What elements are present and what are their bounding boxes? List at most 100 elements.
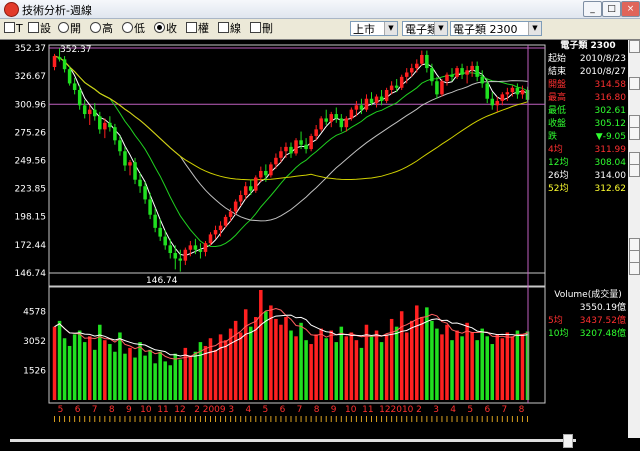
stock-select[interactable]: 電子類 2300 ▼ xyxy=(450,21,542,36)
volume-bar xyxy=(460,336,464,400)
panel-button[interactable] xyxy=(629,262,640,275)
scrollbar-thumb[interactable] xyxy=(563,434,573,448)
volume-bar xyxy=(389,318,394,400)
candle-body xyxy=(465,70,469,75)
x-tick-label: 5 xyxy=(467,405,473,415)
candle-body xyxy=(435,81,439,95)
x-tick-label: 11 xyxy=(362,405,373,415)
candle-body xyxy=(113,127,117,141)
candlestick-chart[interactable]: 352.37 326.67 300.96 275.26 249.56 223.85 198.… xyxy=(0,40,548,438)
toolbar-item-t[interactable]: T xyxy=(4,21,23,36)
volume-bar xyxy=(62,338,67,400)
panel-button[interactable] xyxy=(629,77,640,90)
stock-select-value: 電子類 2300 xyxy=(453,23,518,36)
category-select[interactable]: 電子類 ▼ xyxy=(402,21,448,36)
volume-bar xyxy=(384,334,389,400)
x-tick-label: 4 xyxy=(245,405,251,415)
volume-bar xyxy=(108,344,112,400)
candle-body xyxy=(188,245,193,250)
toolbar-radio-high[interactable]: 高 xyxy=(90,21,113,36)
volume-bar xyxy=(334,342,339,400)
x-tick-label: 9 xyxy=(331,405,337,415)
toolbar-item-delete[interactable]: 刪 xyxy=(250,21,273,36)
candle-body xyxy=(269,164,273,176)
candle-body xyxy=(93,109,97,117)
x-tick-label: 7 xyxy=(502,405,508,415)
volume-bar xyxy=(470,332,474,400)
panel-button[interactable] xyxy=(629,40,640,53)
volume-bar xyxy=(505,332,510,400)
volume-bar xyxy=(304,340,308,400)
volume-bar xyxy=(445,324,449,400)
market-select[interactable]: 上市 ▼ xyxy=(350,21,398,36)
volume-bar xyxy=(213,349,218,400)
toolbar-item-settings[interactable]: 設 xyxy=(28,21,51,36)
candle-body xyxy=(123,151,127,166)
volume-bar xyxy=(294,336,298,400)
panel-button[interactable] xyxy=(629,164,640,177)
candle-body xyxy=(510,87,515,93)
radio-icon xyxy=(122,22,133,33)
radio-icon xyxy=(90,22,101,33)
toolbar-radio-open[interactable]: 開 xyxy=(58,21,81,36)
candle-body xyxy=(289,146,293,154)
toolbar-radio-low[interactable]: 低 xyxy=(122,21,145,36)
info-value: ▼-9.05 xyxy=(595,132,626,142)
volume-bar xyxy=(264,311,268,400)
info-value: 3437.52億 xyxy=(579,316,626,326)
candle-body xyxy=(319,118,323,130)
window-title: 技術分析-週線 xyxy=(22,4,92,17)
time-scrollbar[interactable] xyxy=(0,431,628,451)
volume-bar xyxy=(379,342,384,400)
maximize-button[interactable]: □ xyxy=(602,1,621,17)
candle-body xyxy=(344,118,349,128)
candle-body xyxy=(243,186,248,196)
info-label: 4均 xyxy=(548,145,563,155)
candle-body xyxy=(369,98,374,104)
x-tick-label: 6 xyxy=(484,405,490,415)
volume-tick-label: 1526 xyxy=(23,367,46,377)
checkbox-icon xyxy=(186,22,197,33)
volume-bar xyxy=(148,349,152,400)
window-titlebar: 技術分析-週線 _ □ × xyxy=(0,0,640,19)
price-tick-label: 326.67 xyxy=(15,72,47,82)
candle-body xyxy=(450,74,454,77)
volume-bar xyxy=(274,318,278,400)
candle-body xyxy=(379,96,384,101)
x-tick-label: 8 xyxy=(109,405,115,415)
candle-body xyxy=(329,114,334,122)
info-label: 5均 xyxy=(548,316,563,326)
volume-bar xyxy=(98,324,102,400)
candle-body xyxy=(233,201,238,212)
toolbar-radio-close[interactable]: 收 xyxy=(154,21,177,36)
x-tick-label: 9 xyxy=(126,405,132,415)
candle-body xyxy=(299,140,303,145)
info-label: 跌 xyxy=(548,132,558,142)
toolbar-item-line[interactable]: 線 xyxy=(218,21,241,36)
info-label: 結束 xyxy=(548,67,567,77)
volume-bar xyxy=(133,357,137,400)
candle-body xyxy=(384,89,389,101)
volume-bar xyxy=(178,359,183,400)
info-row-change: 跌 ▼-9.05 xyxy=(548,131,628,144)
volume-bar xyxy=(103,340,107,400)
volume-row-avg10: 10均 3207.48億 xyxy=(548,328,628,341)
candle-body xyxy=(193,245,198,250)
info-value: 308.04 xyxy=(594,158,627,168)
candle-body xyxy=(409,68,414,73)
candle-body xyxy=(264,170,268,176)
info-label: 收盤 xyxy=(548,119,567,129)
candle-body xyxy=(82,105,87,115)
volume-bar xyxy=(399,311,404,400)
toolbar-item-rights[interactable]: 權 xyxy=(186,21,209,36)
volume-bar xyxy=(218,334,223,400)
info-row-ma52: 52均 312.62 xyxy=(548,183,628,196)
candle-body xyxy=(339,118,344,128)
info-value: 305.12 xyxy=(594,119,627,129)
x-tick-label: 6 xyxy=(280,405,286,415)
minimize-button[interactable]: _ xyxy=(583,1,602,17)
close-button[interactable]: × xyxy=(621,1,640,17)
panel-button[interactable] xyxy=(629,127,640,140)
volume-bar xyxy=(314,334,318,400)
max-price-label: 352.37 xyxy=(60,45,92,55)
